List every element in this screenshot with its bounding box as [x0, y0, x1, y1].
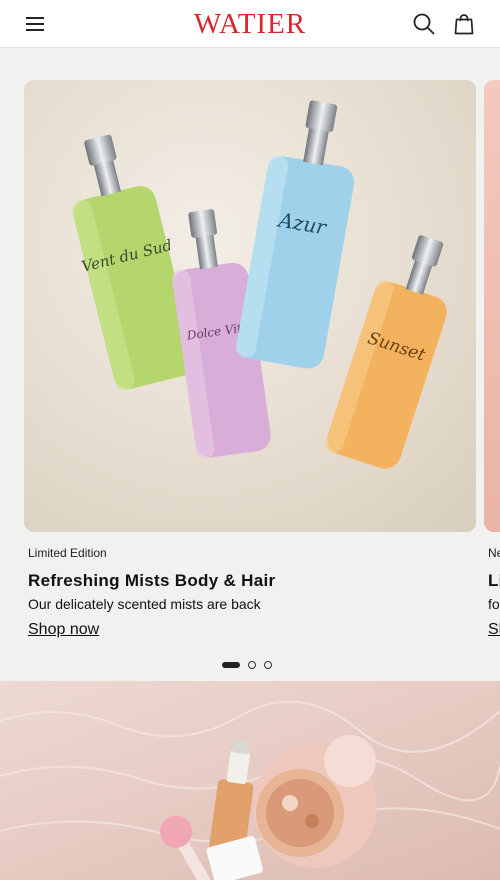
shopping-bag-icon[interactable]: [452, 12, 476, 36]
hamburger-menu-icon[interactable]: [26, 14, 48, 34]
slide-eyebrow: Limited Edition: [28, 546, 107, 560]
slide-title[interactable]: Refreshing Mists Body & Hair: [28, 569, 476, 593]
carousel-slide[interactable]: Vent du Sud Dolce Vita Azur Sunset Limit…: [24, 80, 476, 641]
carousel-pagination: [222, 660, 272, 670]
pagination-dot-3[interactable]: [264, 661, 272, 669]
site-header: WATIER: [0, 0, 500, 48]
slide-eyebrow: Ne: [488, 546, 500, 560]
slide-description: Our delicately scented mists are back: [28, 596, 261, 612]
brand-logo[interactable]: WATIER: [150, 6, 350, 42]
slide-image-next[interactable]: [484, 80, 500, 532]
shop-now-link[interactable]: Sh: [488, 619, 500, 641]
slide-title[interactable]: Li: [488, 569, 500, 593]
pagination-dot-1[interactable]: [222, 662, 240, 668]
pagination-dot-2[interactable]: [248, 661, 256, 669]
shop-now-link[interactable]: Shop now: [28, 619, 99, 641]
slide-image-mists[interactable]: Vent du Sud Dolce Vita Azur Sunset: [24, 80, 476, 532]
slide-description: fo: [488, 596, 500, 612]
carousel-slide-next[interactable]: Ne Li fo Sh: [484, 80, 500, 641]
search-icon[interactable]: [412, 12, 436, 36]
hero-banner-image[interactable]: [0, 681, 500, 880]
product-carousel[interactable]: Vent du Sud Dolce Vita Azur Sunset Limit…: [0, 48, 500, 681]
